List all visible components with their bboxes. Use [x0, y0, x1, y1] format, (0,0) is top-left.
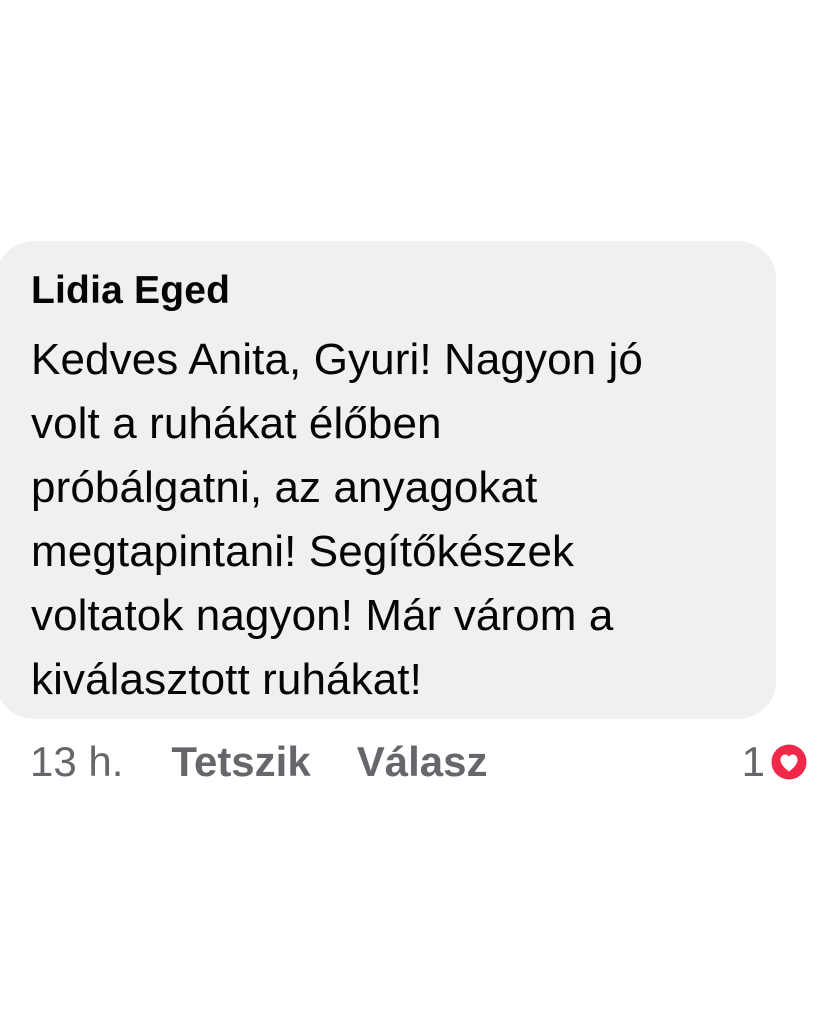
heart-icon: [770, 743, 808, 781]
comment-timestamp[interactable]: 13 h.: [30, 738, 123, 786]
comment-actions: 13 h. Tetszik Válasz: [30, 734, 487, 790]
comment-text-line: Kedves Anita, Gyuri! Nagyon jó: [31, 335, 643, 384]
reaction-count: 1: [741, 738, 765, 785]
comment-text-line: kiválasztott ruhákat!: [31, 655, 422, 704]
like-button[interactable]: Tetszik: [171, 738, 310, 786]
comment-text-line: voltatok nagyon! Már várom a: [31, 591, 614, 640]
comment-screen: Lidia Eged Kedves Anita, Gyuri! Nagyon j…: [0, 0, 820, 1024]
comment-text-line: megtapintani! Segítőkészek: [31, 527, 575, 576]
comment-text-line: próbálgatni, az anyagokat: [31, 463, 538, 512]
reaction-summary[interactable]: 1: [742, 734, 810, 790]
comment-author[interactable]: Lidia Eged: [31, 265, 750, 317]
comment-text: Kedves Anita, Gyuri! Nagyon jó volt a ru…: [31, 328, 750, 712]
reply-button[interactable]: Válasz: [357, 738, 488, 786]
comment-bubble: Lidia Eged Kedves Anita, Gyuri! Nagyon j…: [0, 241, 776, 719]
comment-text-line: volt a ruhákat élőben: [31, 399, 442, 448]
